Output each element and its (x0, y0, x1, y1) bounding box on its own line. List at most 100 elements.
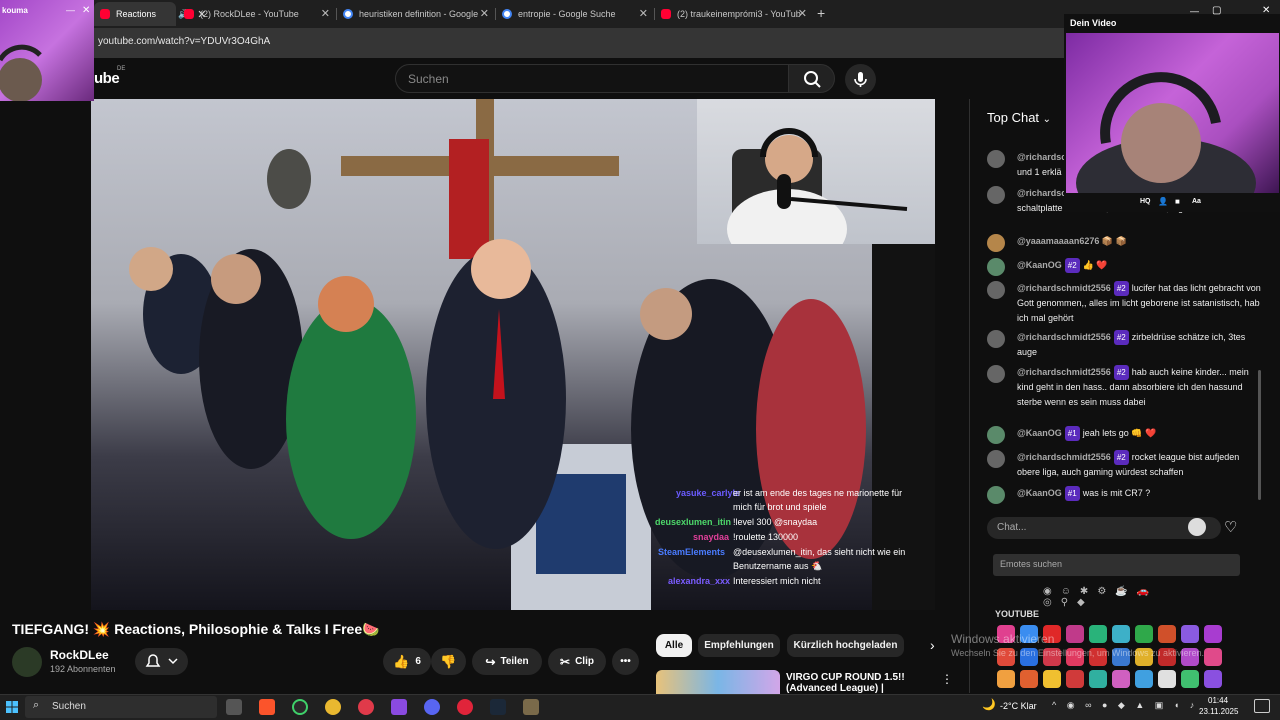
brave-icon[interactable] (259, 699, 275, 715)
emote[interactable] (1066, 625, 1084, 643)
emote[interactable] (1204, 648, 1222, 666)
app-icon[interactable] (292, 699, 308, 715)
close-icon[interactable]: ✕ (82, 5, 90, 16)
windows-activation-subtitle: Wechseln Sie zu den Einstellungen, um Wi… (951, 648, 1204, 658)
app-icon[interactable] (523, 699, 539, 715)
emote[interactable] (1158, 625, 1176, 643)
search-button[interactable] (788, 64, 835, 93)
tab-label: heuristiken definition - Google (359, 9, 479, 19)
tab-heuristiken[interactable]: heuristiken definition - Google ✕ (337, 2, 495, 26)
emote[interactable] (1181, 670, 1199, 688)
more-options-icon[interactable]: ⋮ (941, 672, 953, 686)
more-actions-button[interactable]: ••• (612, 648, 639, 675)
emoji-picker-icon[interactable] (1188, 518, 1206, 536)
tab-rockdlee[interactable]: (2) RockDLee - YouTube ✕ (178, 2, 336, 26)
new-tab-button[interactable]: + (817, 5, 825, 21)
share-label: Teilen (500, 656, 529, 667)
overlay-chat-text: Benutzername aus 🐔 (733, 561, 823, 571)
emote[interactable] (1181, 625, 1199, 643)
emote[interactable] (1112, 625, 1130, 643)
pip-small-video (0, 44, 42, 102)
camera-icon[interactable]: ■ (1175, 197, 1180, 206)
close-icon[interactable]: ✕ (1262, 5, 1270, 16)
chevron-down-icon: ⌄ (1042, 114, 1052, 125)
weather-text[interactable]: -2°C Klar (1000, 701, 1037, 711)
emote[interactable] (1066, 670, 1084, 688)
close-icon[interactable]: ✕ (639, 7, 648, 20)
url-text[interactable]: youtube.com/watch?v=YDUVr3O4GhA (98, 36, 270, 47)
emote[interactable] (1135, 670, 1153, 688)
clip-button[interactable]: ✂ Clip (548, 648, 606, 675)
close-icon[interactable]: ✕ (798, 7, 807, 20)
steam-icon[interactable] (490, 699, 506, 715)
tray-icons[interactable]: ^ ◉ ∞ ● ◆ ▲ ▣ ◖ ♪ (1052, 700, 1198, 711)
recommendation-thumbnail[interactable] (656, 670, 780, 696)
notification-icon[interactable] (1254, 699, 1270, 713)
subscription-bell-button[interactable] (135, 648, 188, 675)
chat-scrollbar[interactable] (1258, 370, 1261, 500)
chip-all[interactable]: Alle (656, 634, 692, 657)
emote[interactable] (1135, 625, 1153, 643)
chevron-right-icon[interactable]: › (930, 637, 935, 653)
channel-name[interactable]: RockDLee (50, 648, 109, 662)
like-button[interactable]: 👍 6 (383, 648, 431, 675)
close-icon[interactable]: ✕ (480, 7, 489, 20)
app-icon[interactable] (358, 699, 374, 715)
emote[interactable] (997, 670, 1015, 688)
emote[interactable] (1112, 670, 1130, 688)
tab-label: (2) RockDLee - YouTube (200, 9, 299, 19)
person-icon[interactable]: 👤 (1158, 197, 1168, 206)
pip-large-video (1066, 33, 1279, 228)
heart-icon[interactable]: ♡ (1224, 518, 1237, 536)
overlay-chat-text: er ist am ende des tages ne marionette f… (733, 488, 903, 498)
recommendation-title-text: VIRGO CUP ROUND 1.5!! (786, 672, 905, 683)
minimize-icon[interactable]: — (1190, 6, 1199, 16)
search-input[interactable] (395, 64, 789, 93)
tab-reactions[interactable]: Reactions 🔊 ✕ (94, 2, 206, 26)
channel-avatar[interactable] (12, 647, 42, 677)
recommendation-title[interactable]: VIRGO CUP ROUND 1.5!! (Advanced League) … (786, 672, 905, 694)
video-player[interactable] (91, 99, 935, 610)
clock-time[interactable]: 01:44 (1208, 696, 1228, 705)
youtube-logo[interactable]: ube (94, 70, 120, 87)
pip-large-video-scene (1076, 72, 1256, 228)
chat-user: @yaaamaaaan6276 (1017, 236, 1100, 246)
minimize-icon[interactable]: — (66, 5, 75, 15)
overlay-chat-text: mich für brot und spiele (733, 502, 827, 512)
emote[interactable] (1043, 670, 1061, 688)
emote[interactable] (1089, 625, 1107, 643)
chat-message: @richardschmidt2556 #2 lucifer hat das lic… (987, 281, 1262, 326)
chat-user: @richardschmidt2556 (1017, 332, 1111, 342)
voice-search-button[interactable] (845, 64, 876, 95)
chat-text: und 1 erklä (1017, 167, 1062, 177)
clock-date[interactable]: 23.11.2025 (1199, 707, 1238, 716)
tab-entropie[interactable]: entropie - Google Suche ✕ (496, 2, 654, 26)
dislike-button[interactable]: 👎 (431, 648, 466, 675)
pip-window-small[interactable] (0, 0, 94, 102)
pip-quality-label[interactable]: HQ (1140, 198, 1151, 205)
chip-recommendations[interactable]: Empfehlungen (698, 634, 780, 657)
maximize-icon[interactable]: ▢ (1212, 5, 1221, 16)
emote[interactable] (1089, 670, 1107, 688)
emote[interactable] (1020, 670, 1038, 688)
task-view-icon[interactable] (226, 699, 242, 715)
emote-category-bar[interactable]: ◉☺✱⚙☕🚗◎⚲◆ (1043, 586, 1195, 608)
top-chat-dropdown[interactable]: Top Chat ⌄ (987, 110, 1051, 125)
tab-label: entropie - Google Suche (518, 9, 616, 19)
chrome-icon[interactable] (325, 699, 341, 715)
tab-traukeinemprominenten[interactable]: (2) traukeinemprómi3 - YouTub ✕ (655, 2, 813, 26)
emote[interactable] (1204, 670, 1222, 688)
emote[interactable] (1204, 625, 1222, 643)
pip-captions-label[interactable]: Aa (1192, 198, 1201, 205)
discord-icon[interactable] (424, 699, 440, 715)
search-icon (804, 71, 821, 88)
chip-recently-uploaded[interactable]: Kürzlich hochgeladen (787, 634, 904, 657)
opera-icon[interactable] (457, 699, 473, 715)
emote[interactable] (1158, 670, 1176, 688)
top-chat-label: Top Chat (987, 110, 1040, 125)
app-icon[interactable] (391, 699, 407, 715)
avatar (987, 365, 1005, 383)
close-icon[interactable]: ✕ (321, 7, 330, 20)
windows-start-icon[interactable] (6, 700, 18, 713)
share-button[interactable]: ↪ Teilen (472, 648, 542, 675)
